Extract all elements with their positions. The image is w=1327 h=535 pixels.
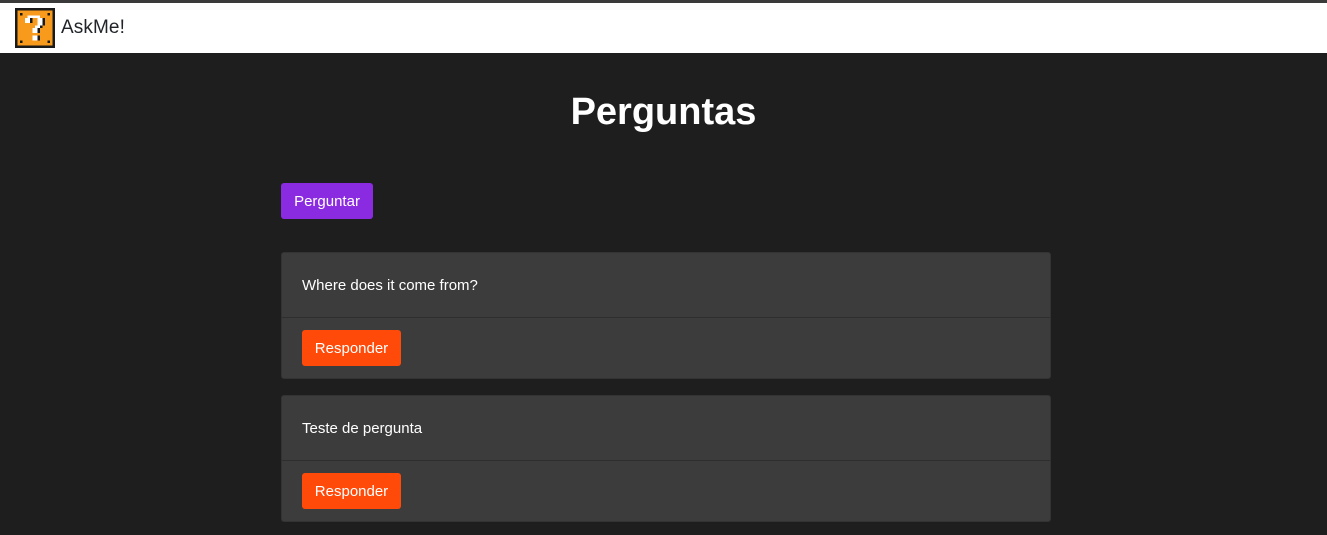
page-title: Perguntas <box>570 91 757 133</box>
brand-name: AskMe! <box>61 17 125 38</box>
reply-button[interactable]: Responder <box>302 330 401 366</box>
navbar: AskMe! <box>0 3 1327 53</box>
question-card: Where does it come from? Responder <box>281 252 1051 379</box>
question-text: Where does it come from? <box>282 253 1050 318</box>
ask-question-button[interactable]: Perguntar <box>281 183 373 219</box>
question-text: Teste de pergunta <box>282 396 1050 461</box>
card-footer: Responder <box>282 318 1050 378</box>
brand-link[interactable]: AskMe! <box>15 8 125 48</box>
card-footer: Responder <box>282 461 1050 521</box>
reply-button[interactable]: Responder <box>302 473 401 509</box>
question-block-icon <box>15 8 55 48</box>
question-card: Teste de pergunta Responder <box>281 395 1051 522</box>
